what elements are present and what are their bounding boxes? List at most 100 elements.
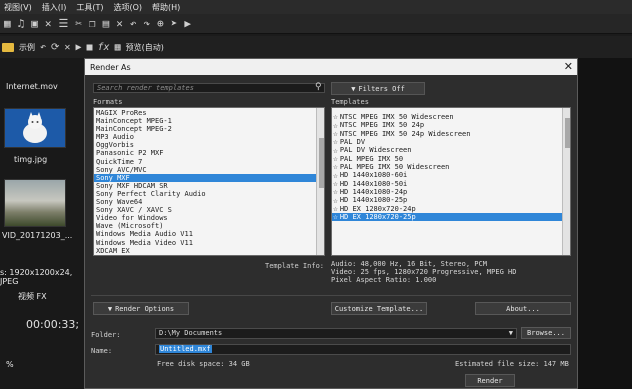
filters-button[interactable]: ▼ Filters Off [331, 82, 425, 95]
format-item[interactable]: OggVorbis [94, 141, 316, 149]
tab-video-fx[interactable]: 视频 FX [18, 291, 47, 302]
template-item[interactable]: ☆ PAL DV Widescreen [332, 146, 562, 154]
template-item[interactable]: ☆ PAL MPEG IMX 50 Widescreen [332, 163, 562, 171]
menu-help[interactable]: 帮助(H) [152, 2, 180, 13]
template-item[interactable]: ☆ PAL DV [332, 138, 562, 146]
thumbnail-cat[interactable] [4, 108, 66, 148]
snap-icon[interactable]: ⊕ [157, 17, 164, 30]
format-item[interactable]: Wave (Microsoft) [94, 222, 316, 230]
format-item[interactable]: MainConcept MPEG-2 [94, 125, 316, 133]
star-icon[interactable]: ☆ [333, 163, 338, 171]
format-item[interactable]: MP3 Audio [94, 133, 316, 141]
star-icon[interactable]: ☆ [333, 138, 338, 146]
menu-options[interactable]: 选项(O) [113, 2, 142, 13]
file-name-timg[interactable]: timg.jpg [14, 155, 47, 164]
customize-template-button[interactable]: Customize Template... [331, 302, 427, 315]
menu-view[interactable]: 视图(V) [4, 2, 32, 13]
format-item[interactable]: XDCAM EX [94, 247, 316, 255]
format-item[interactable]: MainConcept MPEG-1 [94, 117, 316, 125]
template-item[interactable]: ☆ HD EX 1280x720-25p [332, 213, 562, 222]
search-icon[interactable]: ⚲ [315, 82, 325, 93]
format-item[interactable]: Sony MXF HDCAM SR [94, 182, 316, 190]
delete-icon[interactable]: ✕ [116, 17, 123, 30]
star-icon[interactable]: ☆ [333, 213, 338, 221]
folder-icon[interactable] [2, 42, 14, 52]
star-icon[interactable]: ☆ [333, 121, 338, 130]
example-label[interactable]: 示例 [19, 42, 35, 53]
undo-icon[interactable]: ↶ [130, 17, 137, 30]
menu-tools[interactable]: 工具(T) [76, 2, 103, 13]
fx-icon[interactable]: fx [98, 42, 110, 53]
file-name-vid[interactable]: VID_20171203_... [2, 231, 72, 240]
template-item[interactable]: ☆ HD 1440x1080-24p [332, 188, 562, 196]
menu-insert[interactable]: 插入(I) [42, 2, 67, 13]
undo-small-icon[interactable]: ↶ [40, 42, 46, 53]
star-icon[interactable]: ☆ [333, 171, 338, 180]
name-field[interactable]: Untitled.mxf [155, 344, 571, 355]
close-doc-icon[interactable]: ✕ [45, 17, 52, 30]
star-icon[interactable]: ☆ [333, 155, 338, 163]
templates-scrollbar[interactable] [562, 108, 570, 255]
format-item[interactable]: MAGIX ProRes [94, 109, 316, 117]
cursor-icon[interactable]: ➤ [171, 17, 178, 30]
format-item[interactable]: Windows Media Audio V11 [94, 230, 316, 238]
star-icon[interactable]: ☆ [333, 205, 338, 213]
star-icon[interactable]: ☆ [333, 146, 338, 155]
chevron-down-icon[interactable]: ▼ [509, 329, 513, 338]
templates-scroll-thumb[interactable] [565, 118, 570, 148]
template-item[interactable]: ☆ NTSC MPEG IMX 50 24p Widescreen [332, 130, 562, 138]
grid-icon[interactable]: ▦ [4, 17, 11, 30]
browse-button[interactable]: Browse... [521, 327, 571, 339]
template-item[interactable]: ☆ HD EX 1280x720-24p [332, 205, 562, 213]
star-icon[interactable]: ☆ [333, 180, 338, 188]
close-small-icon[interactable]: ✕ [64, 42, 70, 53]
star-icon[interactable]: ☆ [333, 130, 338, 138]
format-item[interactable]: Sony Perfect Clarity Audio [94, 190, 316, 198]
search-input[interactable]: Search render templates [93, 83, 325, 93]
format-item[interactable]: Sony MXF [94, 173, 316, 182]
properties-icon[interactable]: ☰ [59, 17, 69, 30]
copy-icon[interactable]: ❐ [89, 17, 96, 30]
folder-label: Folder: [91, 331, 121, 339]
paste-icon[interactable]: ▤ [103, 17, 110, 30]
refresh-icon[interactable]: ⟳ [51, 42, 59, 53]
play-icon[interactable]: ▶ [184, 17, 191, 30]
thumbnail-video[interactable] [4, 179, 66, 227]
template-item[interactable]: ☆ HD 1440x1080-60i [332, 171, 562, 179]
preview-quality[interactable]: 预览(自动) [126, 42, 164, 53]
formats-scroll-thumb[interactable] [319, 138, 324, 188]
formats-scrollbar[interactable] [316, 108, 324, 255]
format-item[interactable]: Panasonic P2 MXF [94, 149, 316, 157]
star-icon[interactable]: ☆ [333, 188, 338, 196]
star-icon[interactable]: ☆ [333, 113, 338, 121]
format-item[interactable]: QuickTime 7 [94, 158, 316, 166]
file-name-internet[interactable]: Internet.mov [6, 82, 58, 91]
about-button[interactable]: About... [475, 302, 571, 315]
render-options-button[interactable]: ▼ Render Options [93, 302, 189, 315]
format-item[interactable]: Windows Media Video V11 [94, 239, 316, 247]
cut-icon[interactable]: ✂ [75, 17, 82, 30]
close-icon[interactable]: ✕ [564, 60, 573, 74]
grid-small-icon[interactable]: ▦ [115, 42, 121, 53]
templates-list[interactable]: ☆ NTSC MPEG IMX 50 Widescreen ☆ NTSC MPEG I… [331, 107, 571, 256]
template-item[interactable]: ☆ HD 1440x1080-50i [332, 180, 562, 188]
star-icon[interactable]: ☆ [333, 196, 338, 205]
formats-list[interactable]: MAGIX ProRes MainConcept MPEG-1 MainConcep… [93, 107, 325, 256]
media-info: s: 1920x1200x24, JPEG [0, 268, 73, 286]
format-item[interactable]: Sony XAVC / XAVC S [94, 206, 316, 214]
template-item[interactable]: ☆ NTSC MPEG IMX 50 Widescreen [332, 113, 562, 121]
template-item[interactable]: ☆ NTSC MPEG IMX 50 24p [332, 121, 562, 129]
play-small-icon[interactable]: ▶ [75, 42, 81, 53]
redo-icon[interactable]: ↷ [144, 17, 151, 30]
render-button[interactable]: Render [465, 374, 515, 387]
template-label: PAL MPEG IMX 50 [339, 154, 404, 163]
format-item[interactable]: Sony AVC/MVC [94, 166, 316, 174]
sound-icon[interactable]: ♫ [18, 17, 25, 30]
stop-icon[interactable]: ■ [86, 42, 92, 53]
film-icon[interactable]: ▣ [31, 17, 38, 30]
format-item[interactable]: Sony Wave64 [94, 198, 316, 206]
folder-field[interactable]: D:\My Documents ▼ [155, 328, 517, 339]
format-item[interactable]: Video for Windows [94, 214, 316, 222]
template-item[interactable]: ☆ PAL MPEG IMX 50 [332, 155, 562, 163]
template-item[interactable]: ☆ HD 1440x1080-25p [332, 196, 562, 204]
